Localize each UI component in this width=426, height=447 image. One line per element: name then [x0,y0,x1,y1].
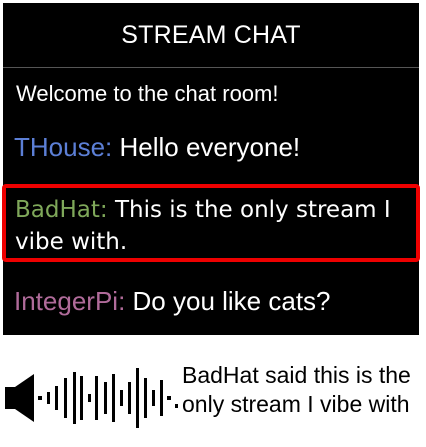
speaker-waveform-icon [0,352,185,442]
stream-chat-panel: STREAM CHAT Welcome to the chat room! TH… [2,3,420,335]
chat-message-thouse: THouse: Hello everyone! [14,132,300,163]
chat-username: IntegerPi: [14,286,126,316]
chat-message-text: Hello everyone! [112,132,301,162]
welcome-message: Welcome to the chat room! [16,81,279,106]
chat-username: BadHat: [15,197,108,223]
chat-message-integerpi: IntegerPi: Do you like cats? [14,286,331,317]
chat-username: THouse: [14,132,113,162]
chat-message-text: Do you like cats? [125,286,331,316]
tts-caption: BadHat said this is the only stream I vi… [182,362,411,417]
chat-title: STREAM CHAT [3,3,419,68]
highlighted-chat-message-badhat: BadHat: This is the only stream I vibe w… [2,184,420,262]
